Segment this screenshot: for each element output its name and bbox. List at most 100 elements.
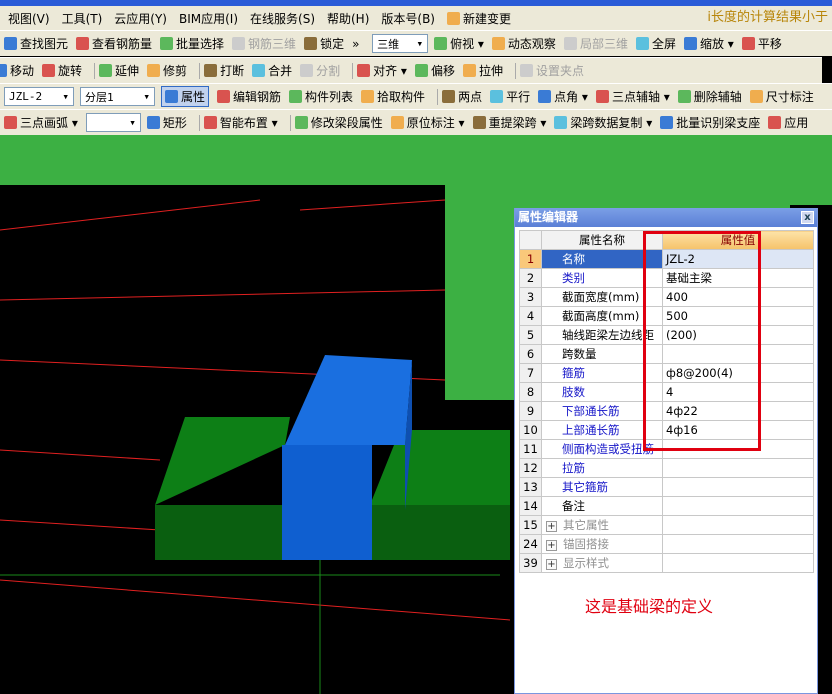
menu-item[interactable]: 工具(T) [62, 10, 103, 27]
close-icon[interactable]: x [801, 211, 814, 224]
toolbar-button[interactable]: 修剪 [147, 62, 187, 79]
toolbar-button[interactable]: 设置夹点 [519, 62, 584, 79]
toolbar-button[interactable]: 构件列表 [289, 88, 353, 105]
property-value[interactable] [662, 458, 814, 478]
new-change-menu[interactable]: 新建变更 [447, 10, 511, 27]
toolbar-button[interactable]: 延伸 [99, 62, 139, 79]
toolbar-button[interactable]: 编辑钢筋 [217, 88, 281, 105]
window-title: i长度的计算结果小于 [707, 10, 828, 25]
toolbar-button[interactable]: 修改梁段属性 [294, 114, 383, 131]
arc-tool[interactable]: 三点画弧 ▾ [4, 114, 78, 131]
property-value[interactable] [662, 515, 814, 535]
menu-item[interactable]: 在线服务(S) [250, 10, 315, 27]
component-select[interactable]: JZL-2 ▾ [4, 87, 74, 106]
property-row[interactable]: 14 备注 [519, 496, 814, 516]
toolbar-button[interactable]: 尺寸标注 [749, 88, 814, 105]
property-value[interactable] [662, 553, 814, 573]
toolbar-button[interactable]: 分割 [300, 62, 340, 79]
row-index: 14 [519, 496, 542, 516]
toolbar-button-label: 删除辅轴 [693, 90, 742, 104]
toolbar-button[interactable]: 锁定 [304, 35, 344, 52]
toolbar-button[interactable]: 两点 [442, 88, 482, 105]
toolbar-button[interactable]: 俯视 ▾ [434, 35, 484, 52]
toolbar-button[interactable]: 对齐 ▾ [357, 62, 407, 79]
row-index: 5 [519, 325, 542, 345]
toolbar-button[interactable]: 智能布置 ▾ [203, 114, 278, 131]
property-row[interactable]: 39 + 显示样式 [519, 553, 814, 573]
toolbar-button[interactable]: 缩放 ▾ [683, 35, 734, 52]
menu-item[interactable]: 视图(V) [8, 10, 50, 27]
toolbar-button[interactable]: 打断 [204, 62, 244, 79]
toolbar-button[interactable]: 合并 [252, 62, 292, 79]
menu-item[interactable]: 云应用(Y) [114, 10, 167, 27]
toolbar-button[interactable]: 原位标注 ▾ [390, 114, 465, 131]
toolbar-button-icon [304, 37, 318, 50]
toolbar-button[interactable]: 动态观察 [491, 35, 556, 52]
property-row[interactable]: 24 + 锚固搭接 [519, 534, 814, 554]
expand-icon[interactable]: + [546, 559, 557, 570]
property-row[interactable]: 12 拉筋 [519, 458, 814, 478]
toolbar-button[interactable]: 重提梁跨 ▾ [472, 114, 546, 131]
arc-tool-icon [4, 116, 17, 129]
toolbar-button-icon [683, 37, 697, 50]
toolbar-button[interactable]: 查看钢筋量 [76, 35, 152, 52]
toolbar-button[interactable]: 平行 [490, 88, 530, 105]
layer-select-value: 分层1 [85, 90, 114, 104]
toolbar-button[interactable]: 局部三维 [563, 35, 628, 52]
toolbar-component: JZL-2 ▾ 分层1 ▾ 属性 编辑钢筋 构件列表 拾取构件 两点 平行 点角 ▾ 三点辅轴 ▾ 删除… [0, 83, 832, 109]
toolbar-button[interactable]: 钢筋三维 [232, 35, 296, 52]
toolbar-button-label: 局部三维 [579, 37, 628, 51]
view-mode-select[interactable]: 三维 ▾ [372, 34, 429, 53]
toolbar-button[interactable]: 全屏 [635, 35, 676, 52]
overflow-chevron-icon[interactable]: » [352, 37, 372, 51]
toolbar-button-label: 动态观察 [507, 37, 556, 51]
toolbar-button-label: 全屏 [651, 37, 676, 51]
toolbar-button[interactable]: 点角 ▾ [538, 88, 588, 105]
property-value[interactable] [662, 477, 814, 497]
toolbar-button-label: 俯视 ▾ [450, 37, 484, 51]
property-name-text: 显示样式 [563, 556, 609, 570]
property-value[interactable] [662, 496, 814, 516]
toolbar-button[interactable]: 批量选择 [160, 35, 224, 52]
toolbar-button-icon [768, 116, 782, 129]
toolbar-button-label: 修剪 [163, 64, 188, 78]
toolbar-button-icon [294, 116, 308, 129]
toolbar-button[interactable]: 拾取构件 [361, 88, 425, 105]
toolbar-button[interactable]: 梁跨数据复制 ▾ [554, 114, 652, 131]
toolbar-button[interactable]: 偏移 [414, 62, 455, 79]
toolbar-button[interactable]: 平移 [741, 35, 782, 52]
toolbar-button[interactable]: 旋转 [42, 62, 82, 79]
toolbar-button[interactable]: 三点辅轴 ▾ [595, 88, 670, 105]
panel-title-text: 属性编辑器 [518, 210, 579, 224]
toolbar-button-label: 修改梁段属性 [310, 116, 383, 130]
toolbar-button[interactable]: 移动 [0, 62, 34, 79]
property-row[interactable]: 13 其它箍筋 [519, 477, 814, 497]
property-name: 拉筋 [541, 458, 663, 478]
toolbar-button[interactable]: 矩形 [146, 114, 187, 131]
menu-item[interactable]: 帮助(H) [327, 10, 369, 27]
toolbar-button[interactable]: 应用 [768, 114, 808, 131]
property-value[interactable] [662, 534, 814, 554]
toolbar-button[interactable]: 批量识别梁支座 [660, 114, 760, 131]
menu-item[interactable]: 版本号(B) [381, 10, 435, 27]
expand-icon[interactable]: + [546, 521, 557, 532]
toolbar-edit: 移动 旋转 延伸 修剪 打断 合并 分割 对齐 ▾ 偏移 拉伸 设置夹点 [0, 57, 822, 83]
expand-icon[interactable]: + [546, 540, 557, 551]
separator [198, 114, 200, 131]
toolbar-button[interactable]: 删除辅轴 [677, 88, 742, 105]
property-name: + 锚固搭接 [541, 534, 663, 554]
toolbar-button-label: 查看钢筋量 [92, 37, 153, 51]
toolbar-button-label: 三点辅轴 ▾ [611, 90, 670, 104]
menu-item[interactable]: BIM应用(I) [179, 10, 238, 27]
arc-mode-select[interactable]: ▾ [85, 113, 141, 132]
property-row[interactable]: 15 + 其它属性 [519, 515, 814, 535]
layer-select[interactable]: 分层1 ▾ [80, 87, 155, 106]
row-index: 39 [519, 553, 542, 573]
toolbar-button-icon [442, 90, 456, 103]
toolbar-button[interactable]: 属性 [161, 86, 210, 107]
toolbar-button[interactable]: 查找图元 [4, 35, 68, 52]
toolbar-button[interactable]: 拉伸 [462, 62, 503, 79]
toolbar-button-icon [232, 37, 246, 50]
row-index: 9 [519, 401, 542, 421]
property-name-text: 名称 [562, 252, 585, 266]
